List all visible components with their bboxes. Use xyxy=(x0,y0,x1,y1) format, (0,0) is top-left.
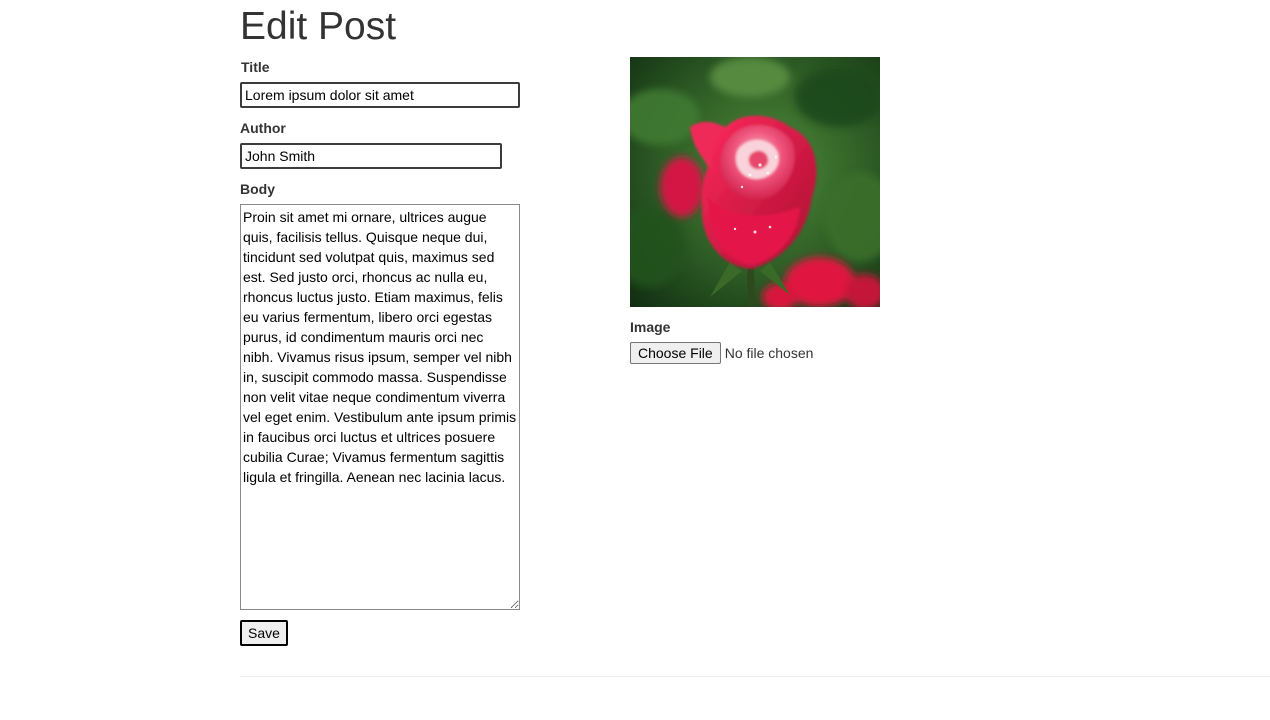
footer-divider xyxy=(240,676,1270,677)
save-button[interactable]: Save xyxy=(240,620,288,646)
file-status-text: No file chosen xyxy=(724,345,814,361)
body-label: Body xyxy=(240,181,275,197)
edit-post-page: Edit Post Title Author Body Proin sit am… xyxy=(0,0,1270,720)
author-label: Author xyxy=(240,120,286,136)
post-image-rose xyxy=(630,57,880,307)
choose-file-button[interactable]: Choose File xyxy=(630,342,721,364)
author-input[interactable] xyxy=(240,143,502,169)
title-input[interactable] xyxy=(240,82,520,108)
body-textarea[interactable]: Proin sit amet mi ornare, ultrices augue… xyxy=(240,204,520,610)
page-title: Edit Post xyxy=(240,5,397,48)
rose-image xyxy=(630,57,880,307)
image-label: Image xyxy=(630,319,671,335)
title-label: Title xyxy=(241,59,270,75)
file-input[interactable]: Choose File No file chosen xyxy=(630,342,813,364)
